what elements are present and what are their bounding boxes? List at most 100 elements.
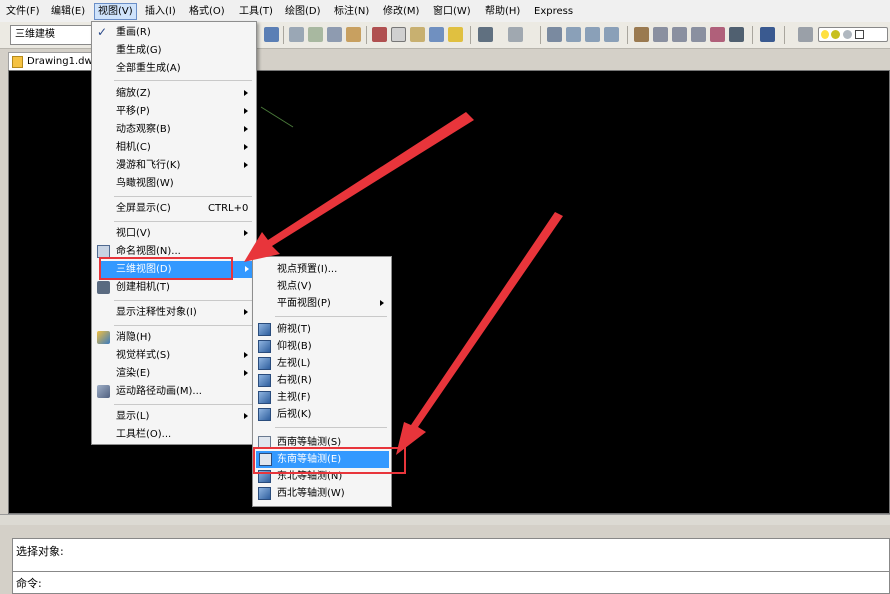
menu-modify[interactable]: 修改(M): [380, 4, 422, 20]
menu-item-hide[interactable]: 消隐(H): [116, 329, 151, 346]
brush-icon[interactable]: [448, 27, 463, 42]
menu-bar: 文件(F) 编辑(E) 视图(V) 插入(I) 格式(O) 工具(T) 绘图(D…: [0, 0, 890, 23]
menu-item-camera[interactable]: 相机(C): [116, 139, 151, 156]
sheet-set-icon[interactable]: [691, 27, 706, 42]
menu-item-aerial-view[interactable]: 鸟瞰视图(W): [116, 175, 174, 192]
menu-item-viewpoint[interactable]: 视点(V): [277, 278, 312, 295]
cut-icon[interactable]: [372, 27, 387, 42]
menu-separator: [114, 404, 252, 405]
menu-edit[interactable]: 编辑(E): [48, 4, 88, 20]
menu-item-clean-screen[interactable]: 全屏显示(C): [116, 200, 171, 217]
color-swatch-icon: [855, 30, 864, 39]
menu-view[interactable]: 视图(V): [94, 3, 137, 20]
submenu-arrow-icon: [244, 90, 248, 96]
zoom-realtime-icon[interactable]: [566, 27, 581, 42]
menu-item-walk-fly[interactable]: 漫游和飞行(K): [116, 157, 180, 174]
tool-palettes-icon[interactable]: [672, 27, 687, 42]
help-icon[interactable]: [760, 27, 775, 42]
save-icon[interactable]: [264, 27, 279, 42]
pan-icon[interactable]: [547, 27, 562, 42]
menu-separator: [114, 325, 252, 326]
horizontal-scrollbar[interactable]: [0, 514, 890, 525]
menu-item-toolbars[interactable]: 工具栏(O)...: [116, 426, 171, 443]
zoom-window-icon[interactable]: [585, 27, 600, 42]
back-view-icon: [258, 408, 271, 421]
top-view-icon: [258, 323, 271, 336]
redo-icon[interactable]: [508, 27, 523, 42]
menu-separator: [114, 221, 252, 222]
command-prompt[interactable]: 命令:: [16, 575, 42, 591]
submenu-arrow-icon: [245, 266, 249, 272]
command-history-line: 选择对象:: [16, 545, 64, 558]
checkmark-icon: ✓: [97, 25, 108, 39]
submenu-arrow-icon: [244, 352, 248, 358]
menu-item-top[interactable]: 俯视(T): [277, 321, 311, 338]
menu-express[interactable]: Express: [531, 4, 576, 20]
command-divider: [13, 571, 889, 572]
calculator-icon[interactable]: [729, 27, 744, 42]
menu-item-regen[interactable]: 重生成(G): [116, 42, 162, 59]
submenu-arrow-icon: [244, 309, 248, 315]
drawing-file-icon: [12, 56, 23, 68]
menu-item-right[interactable]: 右视(R): [277, 372, 312, 389]
layers-icon[interactable]: [798, 27, 813, 42]
front-view-icon: [258, 391, 271, 404]
menu-item-create-camera[interactable]: 创建相机(T): [116, 279, 170, 296]
left-view-icon: [258, 357, 271, 370]
undo-icon[interactable]: [478, 27, 493, 42]
menu-item-bottom[interactable]: 仰视(B): [277, 338, 312, 355]
menu-item-display[interactable]: 显示(L): [116, 408, 149, 425]
menu-item-viewpoint-presets[interactable]: 视点预置(I)...: [277, 261, 337, 278]
copy-icon[interactable]: [391, 27, 406, 42]
menu-help[interactable]: 帮助(H): [482, 4, 523, 20]
menu-item-orbit[interactable]: 动态观察(B): [116, 121, 171, 138]
menu-item-pan[interactable]: 平移(P): [116, 103, 150, 120]
bottom-view-icon: [258, 340, 271, 353]
menu-item-regen-all[interactable]: 全部重生成(A): [116, 60, 181, 77]
menu-item-plan-view[interactable]: 平面视图(P): [277, 295, 331, 312]
submenu-arrow-icon: [244, 370, 248, 376]
menu-tools[interactable]: 工具(T): [236, 4, 276, 20]
submenu-arrow-icon: [380, 300, 384, 306]
menu-draw[interactable]: 绘图(D): [282, 4, 324, 20]
menu-item-nw-isometric[interactable]: 西北等轴测(W): [277, 485, 345, 502]
sun-icon: [831, 30, 840, 39]
menu-insert[interactable]: 插入(I): [142, 4, 179, 20]
publish-icon[interactable]: [327, 27, 342, 42]
menu-item-back[interactable]: 后视(K): [277, 406, 311, 423]
menu-item-front[interactable]: 主视(F): [277, 389, 311, 406]
preview-icon[interactable]: [308, 27, 323, 42]
view-menu: ✓ 重画(R) 重生成(G) 全部重生成(A) 缩放(Z) 平移(P) 动态观察…: [91, 21, 257, 445]
submenu-arrow-icon: [244, 126, 248, 132]
menu-item-left[interactable]: 左视(L): [277, 355, 310, 372]
menu-item-annotative-objects[interactable]: 显示注释性对象(I): [116, 304, 197, 321]
print-icon[interactable]: [289, 27, 304, 42]
menu-item-render[interactable]: 渲染(E): [116, 365, 150, 382]
menu-item-zoom[interactable]: 缩放(Z): [116, 85, 151, 102]
menu-item-shortcut: CTRL+0: [208, 203, 249, 214]
submenu-arrow-icon: [244, 162, 248, 168]
menu-item-redraw[interactable]: 重画(R): [116, 24, 151, 41]
match-properties-icon[interactable]: [429, 27, 444, 42]
menu-item-visual-styles[interactable]: 视觉样式(S): [116, 347, 170, 364]
menu-separator: [114, 300, 252, 301]
toolbar-separator: [752, 26, 753, 44]
menu-window[interactable]: 窗口(W): [430, 4, 474, 20]
document-tab[interactable]: Drawing1.dwg: [8, 52, 100, 70]
camera-icon: [97, 281, 110, 294]
properties-icon[interactable]: [634, 27, 649, 42]
workspace-select[interactable]: 三维建模: [10, 25, 94, 45]
menu-item-motion-path[interactable]: 运动路径动画(M)...: [116, 383, 202, 400]
command-window[interactable]: 选择对象: 命令:: [12, 538, 890, 594]
zoom-previous-icon[interactable]: [604, 27, 619, 42]
paste-icon[interactable]: [410, 27, 425, 42]
menu-format[interactable]: 格式(O): [186, 4, 228, 20]
menu-item-viewports[interactable]: 视口(V): [116, 225, 151, 242]
layer-dropdown[interactable]: [818, 27, 888, 42]
menu-dimension[interactable]: 标注(N): [331, 4, 372, 20]
design-center-icon[interactable]: [653, 27, 668, 42]
menu-file[interactable]: 文件(F): [3, 4, 43, 20]
toolbar-separator: [470, 26, 471, 44]
plot-icon[interactable]: [346, 27, 361, 42]
markup-icon[interactable]: [710, 27, 725, 42]
